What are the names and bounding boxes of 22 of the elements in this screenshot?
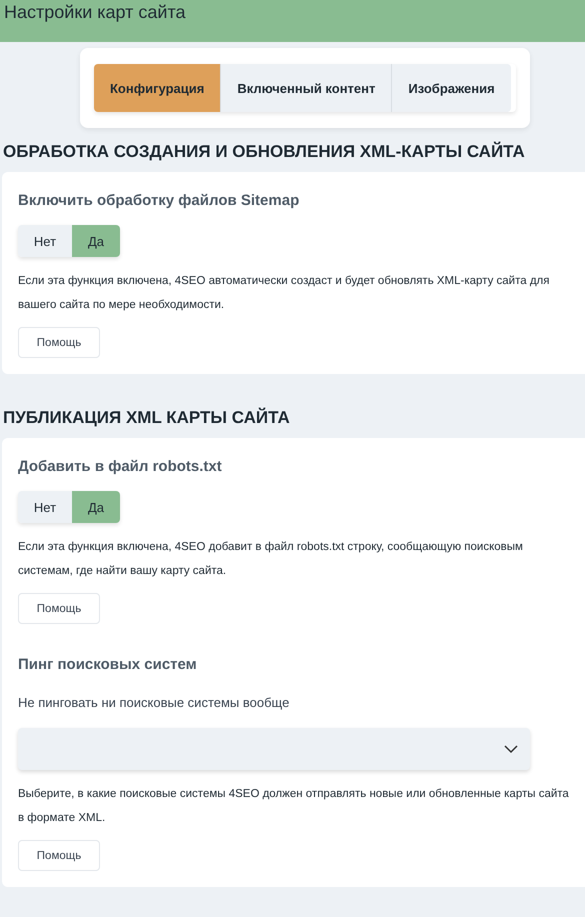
tab[interactable]: Включенный контент — [221, 64, 392, 112]
tab[interactable]: Изображения — [392, 64, 511, 112]
toggle-option[interactable]: Нет — [18, 491, 72, 523]
setting-description: Если эта функция включена, 4SEO добавит в файл robots.txt строку, сообщающую поисковым системам, где найти вашу карту сайта. — [18, 540, 524, 579]
page-title: Настройки карт сайта — [4, 2, 187, 23]
help-button[interactable]: Помощь — [18, 327, 100, 358]
setting-label: Пинг поисковых систем — [18, 656, 197, 673]
select-label: Не пинговать ни поисковые системы вообще — [18, 695, 290, 710]
section-title: ОБРАБОТКА СОЗДАНИЯ И ОБНОВЛЕНИЯ XML-КАРТЫ САЙТА — [3, 142, 526, 162]
setting-label: Добавить в файл robots.txt — [18, 458, 222, 475]
select-field[interactable] — [18, 728, 530, 770]
tab[interactable]: Конфигурация — [94, 64, 222, 112]
setting-description: Выберите, в какие поисковые системы 4SEO должен отправлять новые или обновленные карты сайта в формате XML. — [18, 787, 569, 826]
toggle-option[interactable]: Да — [72, 491, 120, 523]
toggle-option[interactable]: Да — [72, 225, 120, 257]
help-button[interactable]: Помощь — [18, 593, 100, 624]
setting-description: Если эта функция включена, 4SEO автоматически создаст и будет обновлять XML-карту сайта для вашего сайта по мере необходимости. — [18, 274, 550, 313]
section-title: ПУБЛИКАЦИЯ XML КАРТЫ САЙТА — [3, 408, 291, 428]
setting-label: Включить обработку файлов Sitemap — [18, 192, 300, 209]
help-button[interactable]: Помощь — [18, 840, 100, 871]
toggle-option[interactable]: Нет — [18, 225, 72, 257]
chevron-down-icon — [504, 744, 518, 754]
